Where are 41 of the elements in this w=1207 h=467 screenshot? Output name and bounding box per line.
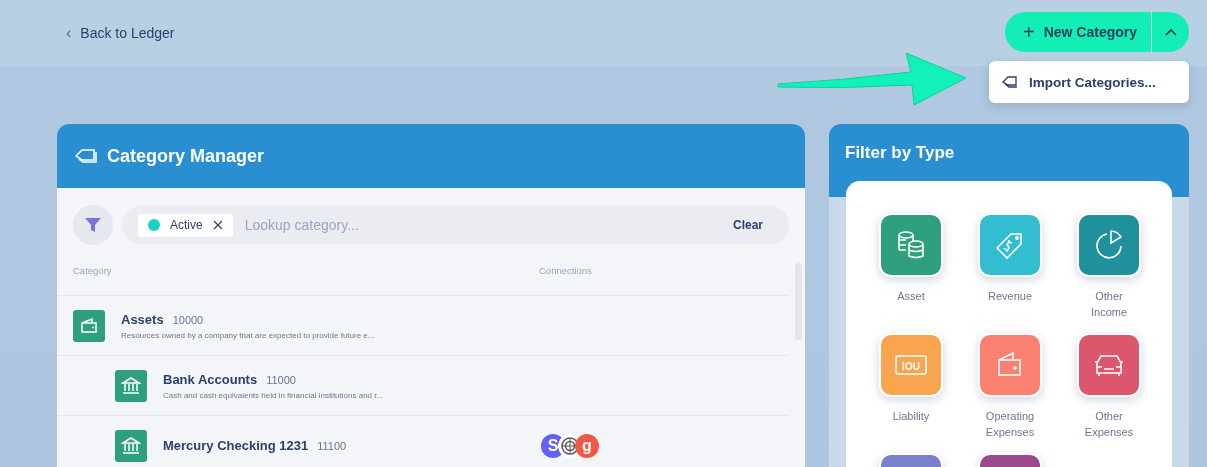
type-tile[interactable]: [879, 213, 943, 277]
category-name: Assets: [121, 311, 164, 327]
panel-title: Filter by Type: [845, 142, 955, 163]
category-code: 10000: [172, 313, 204, 326]
category-description: Cash and cash equivalents held in financial institutions and r...: [163, 390, 385, 400]
close-icon[interactable]: [212, 220, 223, 230]
type-tile[interactable]: [1077, 333, 1141, 397]
panel-title: Category Manager: [107, 145, 265, 167]
type-tile[interactable]: [978, 213, 1042, 277]
type-label: Liability: [891, 409, 931, 424]
filter-icon: [84, 216, 102, 234]
tags-icon: [74, 147, 98, 165]
type-tile[interactable]: [1077, 213, 1141, 277]
category-name: Mercury Checking 1231: [163, 438, 309, 453]
filter-button[interactable]: [73, 205, 113, 245]
category-description: Resources owned by a company that are expected to provide future e...: [121, 330, 376, 340]
iou-note-icon: IOU: [894, 353, 928, 377]
new-category-button[interactable]: + New Category: [1004, 12, 1152, 52]
tag-icon: [1001, 75, 1019, 89]
type-label: Operating Expenses: [984, 409, 1036, 440]
type-tile[interactable]: [978, 333, 1042, 397]
connection-logo: g: [575, 433, 599, 458]
back-link[interactable]: ‹ Back to Ledger: [66, 24, 175, 42]
search-field[interactable]: Active Lookup category... Clear: [122, 206, 789, 244]
category-code: 11000: [266, 373, 296, 386]
wallet-icon: [73, 309, 105, 342]
column-header: Connections: [539, 264, 592, 276]
type-label: Other Expenses: [1083, 409, 1135, 440]
chip-label: Active: [170, 218, 203, 232]
bank-icon: [115, 429, 147, 462]
type-label: Revenue: [986, 289, 1033, 304]
bank-icon: [115, 369, 147, 402]
category-code: 11100: [317, 440, 347, 452]
clear-button[interactable]: Clear: [732, 218, 763, 232]
type-label: Asset: [896, 289, 926, 304]
column-header: Category: [73, 264, 113, 276]
category-name: Bank Accounts: [163, 371, 258, 387]
menu-toggle-button[interactable]: [1152, 12, 1189, 52]
import-categories-item[interactable]: Import Categories...: [989, 74, 1156, 90]
type-label: Other Income: [1089, 289, 1129, 320]
caret-icon: [1164, 28, 1177, 36]
